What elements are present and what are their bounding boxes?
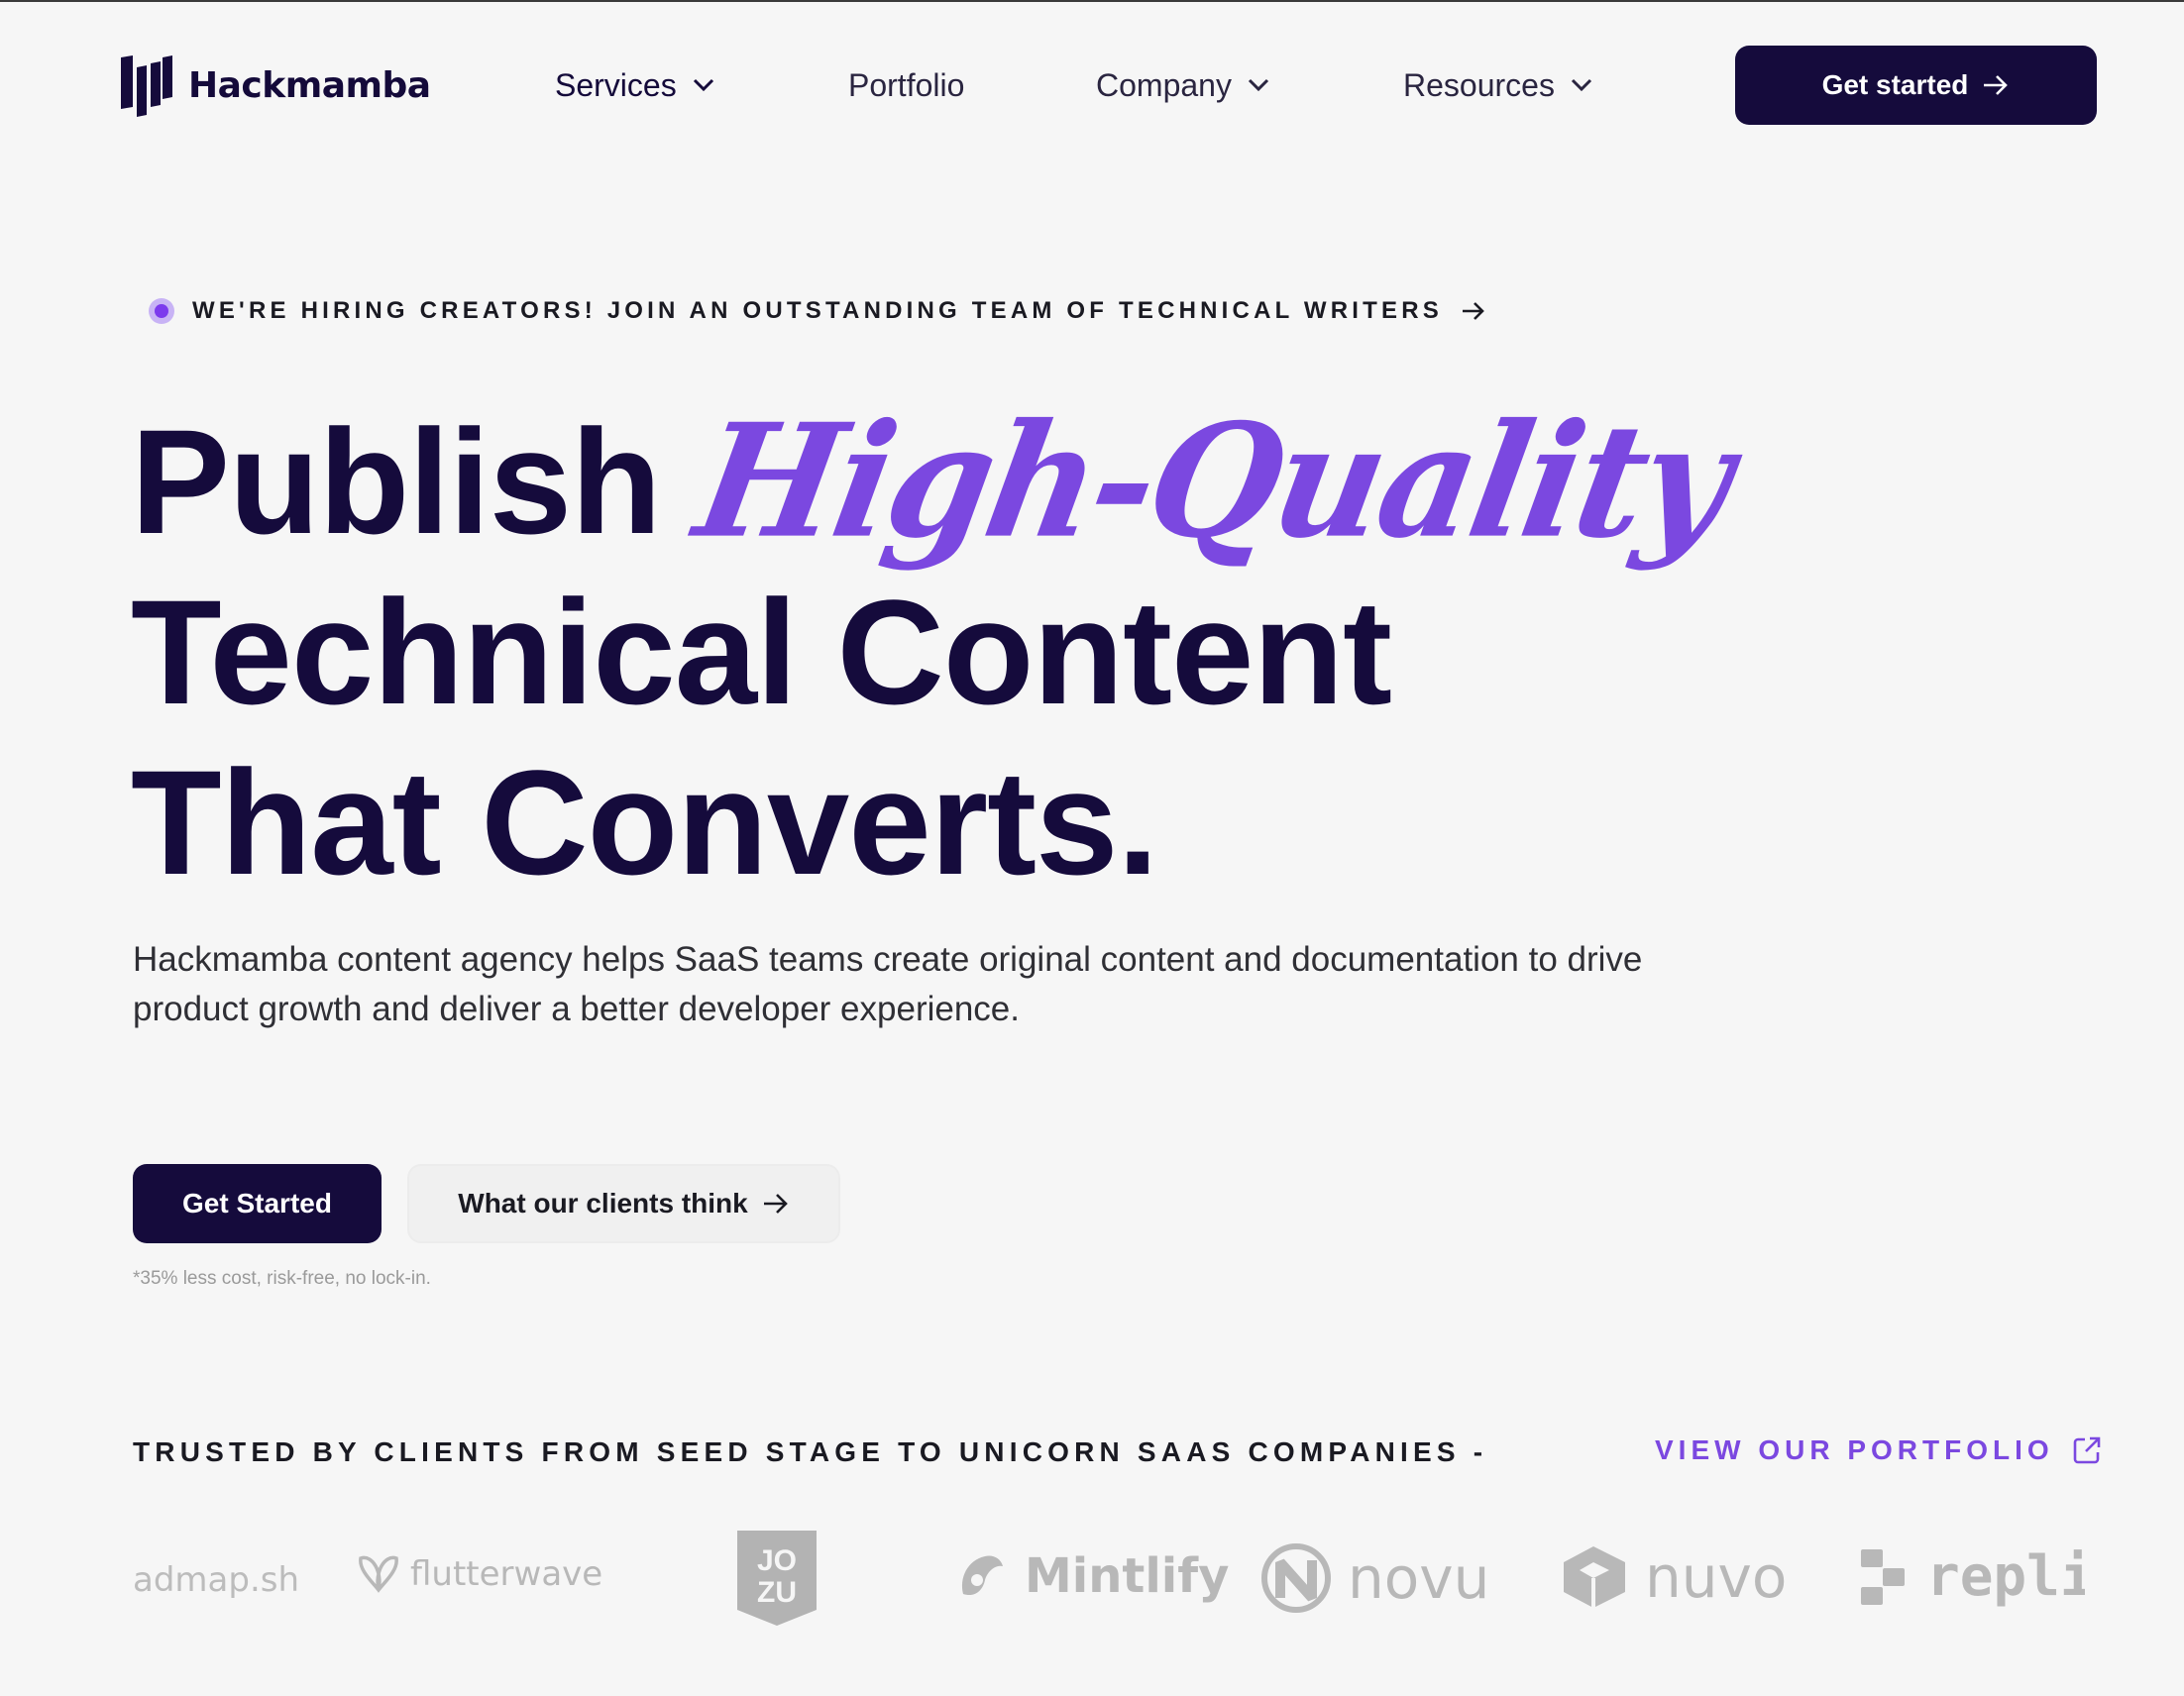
logo-mintlify-text: Mintlify bbox=[1025, 1548, 1230, 1604]
view-portfolio-label: VIEW OUR PORTFOLIO bbox=[1655, 1434, 2054, 1465]
logo-nuvo[interactable]: nuvo bbox=[1560, 1542, 1787, 1612]
nav-company-label: Company bbox=[1096, 66, 1232, 103]
arrow-right-icon bbox=[1984, 75, 2009, 95]
replit-icon bbox=[1861, 1548, 1905, 1605]
headline-line-3: That Converts. bbox=[131, 739, 1158, 905]
chevron-down-icon bbox=[1571, 78, 1592, 92]
svg-text:JO: JO bbox=[757, 1544, 797, 1577]
logo-flutterwave-text: flutterwave bbox=[410, 1554, 603, 1594]
nav-services-label: Services bbox=[555, 66, 677, 103]
mintlify-icon bbox=[961, 1555, 1003, 1596]
nav-services[interactable]: Services bbox=[555, 65, 714, 105]
headline-line-1: Publish High-Quality bbox=[131, 390, 1741, 574]
nav-portfolio[interactable]: Portfolio bbox=[848, 65, 964, 105]
get-started-label: Get Started bbox=[182, 1188, 332, 1219]
nav-resources[interactable]: Resources bbox=[1403, 65, 1592, 105]
chevron-down-icon bbox=[1248, 78, 1269, 92]
clients-testimonials-label: What our clients think bbox=[458, 1188, 748, 1219]
brand-logo[interactable]: Hackmamba bbox=[119, 53, 431, 117]
logo-novu-text: novu bbox=[1348, 1544, 1490, 1612]
chevron-down-icon bbox=[693, 78, 713, 92]
top-border bbox=[0, 0, 2184, 2]
logo-novu[interactable]: novu bbox=[1258, 1540, 1489, 1616]
logo-admap-text: admap.sh bbox=[133, 1560, 300, 1600]
logo-jozu[interactable]: JO ZU bbox=[737, 1531, 817, 1626]
trusted-heading: TRUSTED BY CLIENTS FROM SEED STAGE TO UN… bbox=[133, 1436, 1488, 1467]
hiring-banner-text: WE'RE HIRING CREATORS! JOIN AN OUTSTANDI… bbox=[192, 297, 1443, 324]
headline-script-highlight: High-Quality bbox=[684, 389, 1742, 574]
view-portfolio-link[interactable]: VIEW OUR PORTFOLIO bbox=[1655, 1432, 2102, 1468]
client-logos-strip: admap.sh flutterwave JO ZU Mintlify novu bbox=[133, 1531, 2085, 1640]
nav-resources-label: Resources bbox=[1403, 66, 1555, 103]
get-started-nav-label: Get started bbox=[1821, 69, 1969, 100]
flutterwave-icon bbox=[359, 1555, 398, 1593]
cta-fineprint: *35% less cost, risk-free, no lock-in. bbox=[133, 1268, 431, 1289]
hiring-banner-link[interactable]: WE'RE HIRING CREATORS! JOIN AN OUTSTANDI… bbox=[149, 295, 1486, 327]
logo-replit-text: replit bbox=[1926, 1544, 2085, 1609]
jozu-icon: JO ZU bbox=[737, 1531, 817, 1626]
headline-line-2: Technical Content bbox=[131, 569, 1392, 735]
svg-text:ZU: ZU bbox=[757, 1576, 797, 1609]
hackmamba-logo-icon bbox=[121, 55, 172, 117]
hero-headline: Publish High-Quality Technical Content Th… bbox=[131, 390, 1741, 907]
hero-description: Hackmamba content agency helps SaaS team… bbox=[133, 940, 1643, 1028]
pulse-dot-icon bbox=[149, 298, 174, 324]
top-navigation: Hackmamba Services Portfolio Company Res… bbox=[0, 44, 2184, 127]
logo-replit[interactable]: replit bbox=[1859, 1544, 2085, 1609]
arrow-right-icon bbox=[763, 1194, 788, 1214]
nuvo-icon bbox=[1564, 1546, 1625, 1608]
logo-flutterwave[interactable]: flutterwave bbox=[355, 1552, 602, 1596]
nav-portfolio-label: Portfolio bbox=[848, 66, 965, 103]
headline-publish: Publish bbox=[131, 398, 662, 565]
logo-nuvo-text: nuvo bbox=[1645, 1543, 1788, 1611]
novu-icon bbox=[1261, 1543, 1331, 1613]
logo-admap[interactable]: admap.sh bbox=[133, 1560, 299, 1600]
clients-testimonials-button[interactable]: What our clients think bbox=[407, 1164, 840, 1243]
arrow-right-icon bbox=[1462, 302, 1484, 320]
brand-name: Hackmamba bbox=[188, 64, 431, 106]
external-link-icon bbox=[2073, 1436, 2100, 1464]
logo-mintlify[interactable]: Mintlify bbox=[955, 1548, 1229, 1604]
nav-company[interactable]: Company bbox=[1096, 65, 1269, 105]
get-started-button[interactable]: Get Started bbox=[133, 1164, 382, 1243]
get-started-nav-button[interactable]: Get started bbox=[1735, 46, 2097, 125]
